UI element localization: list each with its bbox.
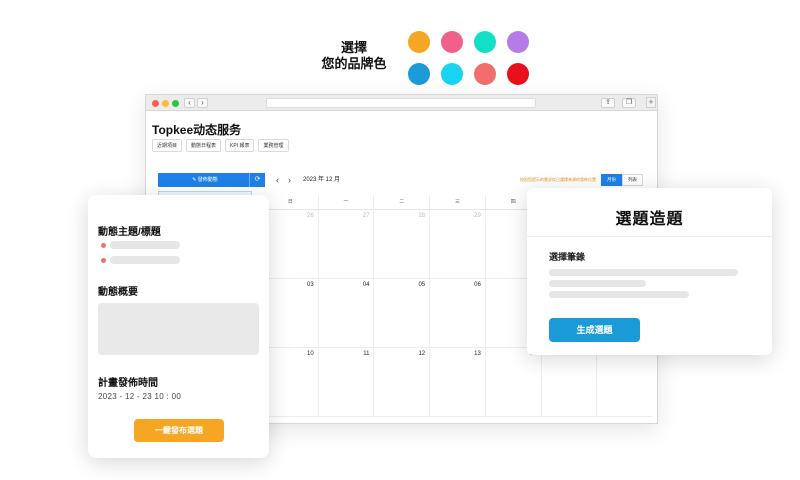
color-swatch-lavender[interactable] [507, 31, 529, 53]
topic-placeholder [110, 256, 180, 264]
calendar-day-cell[interactable]: 27 [317, 210, 374, 279]
close-window-dot[interactable] [152, 100, 159, 107]
topic-generator-card: 選題造題 選擇筆錄 生成選題 [527, 188, 772, 355]
maximize-window-dot[interactable] [172, 100, 179, 107]
calendar-day-number: 26 [307, 213, 314, 219]
select-notes-label: 選擇筆錄 [549, 252, 586, 262]
topic-bullet [101, 258, 106, 263]
topic-heading: 動態主題/標題 [98, 227, 161, 238]
calendar-toolbar: ✎ 發佈動態 ⟳ ‹ › 2023 年 12 月 按照您提示的需求從已選擇來源的… [158, 173, 650, 187]
calendar-day-number: 06 [474, 282, 481, 288]
calendar-day-number: 28 [418, 213, 426, 219]
view-list-button[interactable]: 列表 [622, 174, 643, 186]
minimize-window-dot[interactable] [162, 100, 169, 107]
divider [527, 236, 772, 237]
generate-topic-button[interactable]: 生成選題 [549, 318, 640, 342]
app-tab-bar: 近期項目 動態日程表 KPI 報表 業務管理 [152, 139, 289, 152]
calendar-day-cell[interactable]: 14 [484, 348, 541, 417]
view-toggle: 月份 列表 [601, 174, 643, 186]
share-icon[interactable]: ⇪ [601, 98, 615, 108]
weekday-label: 一 [317, 195, 374, 209]
weekday-label: 二 [373, 195, 429, 209]
calendar-day-number: 04 [362, 282, 370, 288]
color-swatch-blue[interactable] [408, 63, 430, 85]
schedule-heading: 計畫發佈時間 [98, 378, 158, 389]
view-month-button[interactable]: 月份 [601, 174, 622, 186]
brand-heading-line1: 選擇 [340, 40, 367, 55]
color-swatch-turquoise[interactable] [474, 31, 496, 53]
tab-recent-projects[interactable]: 近期項目 [152, 139, 183, 152]
calendar-day-number: 11 [363, 351, 370, 357]
refresh-icon[interactable]: ⟳ [249, 173, 265, 187]
publish-post-button[interactable]: ✎ 發佈動態 [158, 173, 252, 187]
one-click-publish-button[interactable]: 一鍵發布選題 [134, 419, 224, 442]
color-swatch-red[interactable] [507, 63, 529, 85]
calendar-day-number: 29 [474, 213, 481, 219]
color-swatch-orange[interactable] [408, 31, 430, 53]
calendar-day-cell[interactable]: 10 [262, 348, 318, 417]
brand-color-swatches [408, 31, 532, 85]
tab-kpi-report[interactable]: KPI 報表 [225, 139, 255, 152]
new-tab-icon[interactable]: + [646, 97, 656, 108]
calendar-day-cell[interactable]: 28 [373, 210, 430, 279]
calendar-day-number: 13 [474, 351, 481, 357]
brand-color-heading: 選擇 您的品牌色 [318, 40, 390, 72]
calendar-day-cell[interactable]: 15 [540, 348, 597, 417]
calendar-day-cell[interactable]: 05 [373, 279, 430, 348]
schedule-datetime[interactable]: 2023 - 12 - 23 10 : 00 [98, 392, 181, 401]
summary-heading: 動態概要 [98, 287, 138, 298]
brand-heading-line2: 您的品牌色 [321, 56, 387, 71]
topic-generator-title: 選題造題 [615, 211, 684, 228]
tabs-icon[interactable]: ❐ [622, 98, 636, 108]
calendar-day-cell[interactable]: 04 [317, 279, 374, 348]
chevron-left-icon[interactable]: ‹ [276, 173, 279, 187]
browser-chrome: ‹ › ⇪ ❐ + [146, 95, 657, 111]
chevron-right-icon[interactable]: › [288, 173, 291, 187]
color-swatch-pink[interactable] [441, 31, 463, 53]
calendar-day-number: 05 [418, 282, 426, 288]
weekday-label: 日 [262, 195, 318, 209]
topic-bullet [101, 243, 106, 248]
color-swatch-cyan[interactable] [441, 63, 463, 85]
calendar-day-cell[interactable]: 06 [429, 279, 485, 348]
calendar-day-cell[interactable]: 26 [262, 210, 318, 279]
post-detail-card: 動態主題/標題 動態概要 計畫發佈時間 2023 - 12 - 23 10 : … [88, 195, 269, 458]
calendar-day-number: 12 [418, 351, 426, 357]
publish-post-label: 發佈動態 [197, 177, 218, 183]
calendar-day-cell[interactable]: 11 [317, 348, 374, 417]
forward-arrow-icon[interactable]: › [197, 98, 208, 108]
calendar-day-number: 27 [362, 213, 370, 219]
month-label: 2023 年 12 月 [303, 177, 341, 183]
calendar-day-cell[interactable]: 13 [429, 348, 485, 417]
calendar-day-number: 10 [307, 351, 314, 357]
app-title: Topkee动态服务 [152, 123, 242, 137]
calendar-day-cell[interactable]: 12 [373, 348, 430, 417]
back-arrow-icon[interactable]: ‹ [184, 98, 195, 108]
calendar-hint: 按照您提示的需求從已選擇來源的發佈位置 [520, 177, 596, 182]
tab-business[interactable]: 業務管理 [258, 139, 289, 152]
calendar-day-cell[interactable]: 03 [262, 279, 318, 348]
calendar-day-cell[interactable]: 16 [596, 348, 652, 417]
summary-textarea[interactable] [98, 303, 259, 355]
color-swatch-coral[interactable] [474, 63, 496, 85]
calendar-day-number: 03 [307, 282, 314, 288]
notes-placeholder-line [549, 280, 646, 287]
topic-placeholder [110, 241, 180, 249]
address-bar[interactable] [266, 98, 536, 108]
tab-schedule[interactable]: 動態日程表 [186, 139, 222, 152]
notes-placeholder-line [549, 269, 738, 276]
weekday-label: 三 [429, 195, 485, 209]
calendar-day-cell[interactable]: 29 [429, 210, 485, 279]
notes-placeholder-line [549, 291, 689, 298]
